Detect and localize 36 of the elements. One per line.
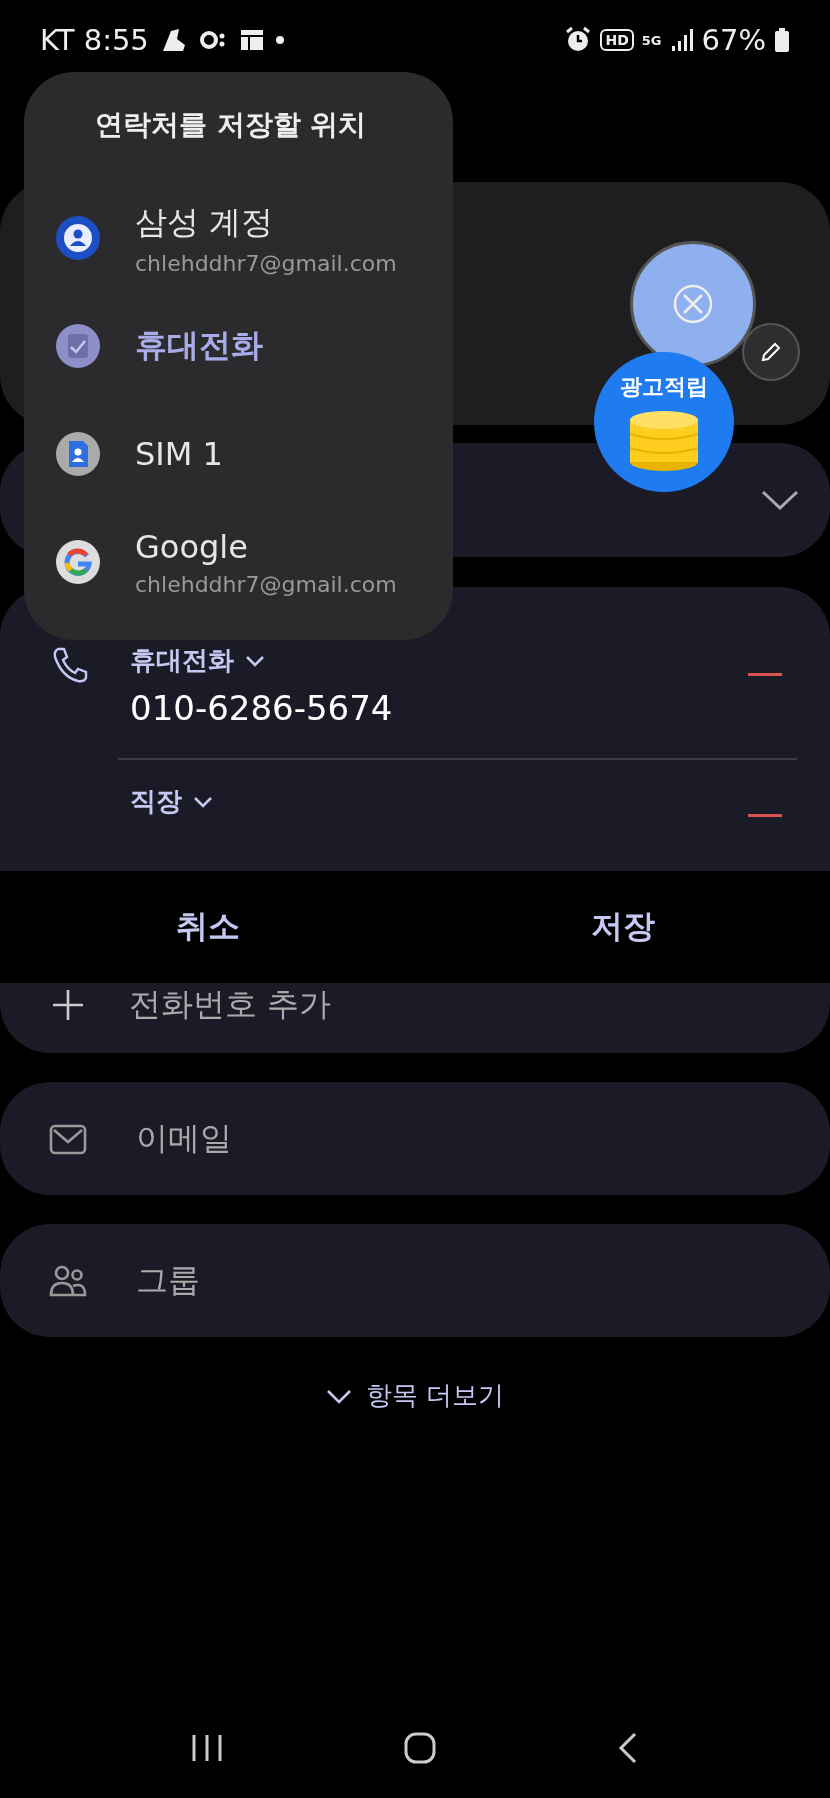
sim-card-icon xyxy=(55,431,101,477)
alarm-icon xyxy=(564,26,593,54)
email-field[interactable]: 이메일 xyxy=(0,1082,830,1195)
battery-icon xyxy=(774,27,790,53)
more-fields-button[interactable]: 항목 더보기 xyxy=(319,1377,511,1414)
cancel-button[interactable]: 취소 xyxy=(0,871,415,983)
menu-item[interactable]: Google chlehddhr7@gmail.com xyxy=(55,508,433,616)
menu-item[interactable]: SIM 1 xyxy=(55,400,433,508)
save-button[interactable]: 저장 xyxy=(415,871,830,983)
grid-icon xyxy=(238,27,265,53)
caret-icon xyxy=(244,653,266,668)
menu-item[interactable]: 삼성 계정 chlehddhr7@gmail.com xyxy=(55,184,433,292)
home-icon[interactable] xyxy=(403,1731,437,1765)
edit-button[interactable] xyxy=(742,322,800,381)
network-indicator: 5G xyxy=(641,32,662,48)
caret-icon xyxy=(192,794,214,809)
battery-percent: 67% xyxy=(701,23,766,57)
google-icon xyxy=(55,539,101,585)
menu-title: 연락처를 저장할 위치 xyxy=(95,107,368,143)
hd-indicator: HD xyxy=(600,29,634,51)
account-icon xyxy=(55,215,101,261)
chevron-down-icon xyxy=(760,488,800,512)
people-icon xyxy=(48,1263,88,1298)
plus-icon xyxy=(51,988,85,1022)
carrier-time: KT 8:55 xyxy=(40,23,149,57)
dot-icon xyxy=(274,35,285,45)
chevron-down-icon xyxy=(325,1387,352,1404)
phone-type-dropdown[interactable]: 휴대전화 xyxy=(130,643,266,678)
signal-icon xyxy=(669,28,694,52)
phone-number-field[interactable]: 010-6286-5674 xyxy=(130,688,748,728)
menu-item[interactable]: 휴대전화 xyxy=(55,292,433,400)
add-phone-button[interactable]: 전화번호 추가 xyxy=(51,983,332,1027)
group-field[interactable]: 그룹 xyxy=(0,1224,830,1337)
phone-device-icon xyxy=(55,323,101,369)
phone-type-dropdown[interactable]: 직장 xyxy=(130,784,214,819)
remove-icon xyxy=(673,283,713,324)
